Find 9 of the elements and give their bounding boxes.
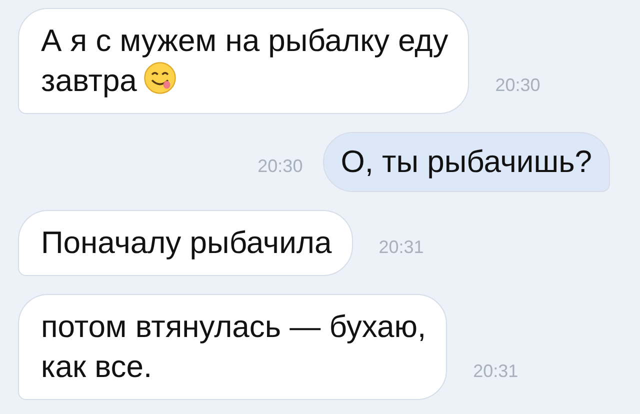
message-time: 20:31	[378, 236, 424, 259]
message-time: 20:30	[258, 155, 303, 178]
smiley-icon	[142, 61, 177, 95]
message-time: 20:30	[495, 74, 540, 97]
message-time: 20:31	[473, 360, 518, 383]
message-bubble: потом втянулась — бухаю, как все.	[18, 294, 448, 400]
message-bubble: А я с мужем на рыбалку еду завтра	[18, 8, 470, 114]
message-bubble: Поначалу рыбачила	[18, 210, 353, 276]
message-bubble: О, ты рыбачишь?	[322, 132, 610, 192]
